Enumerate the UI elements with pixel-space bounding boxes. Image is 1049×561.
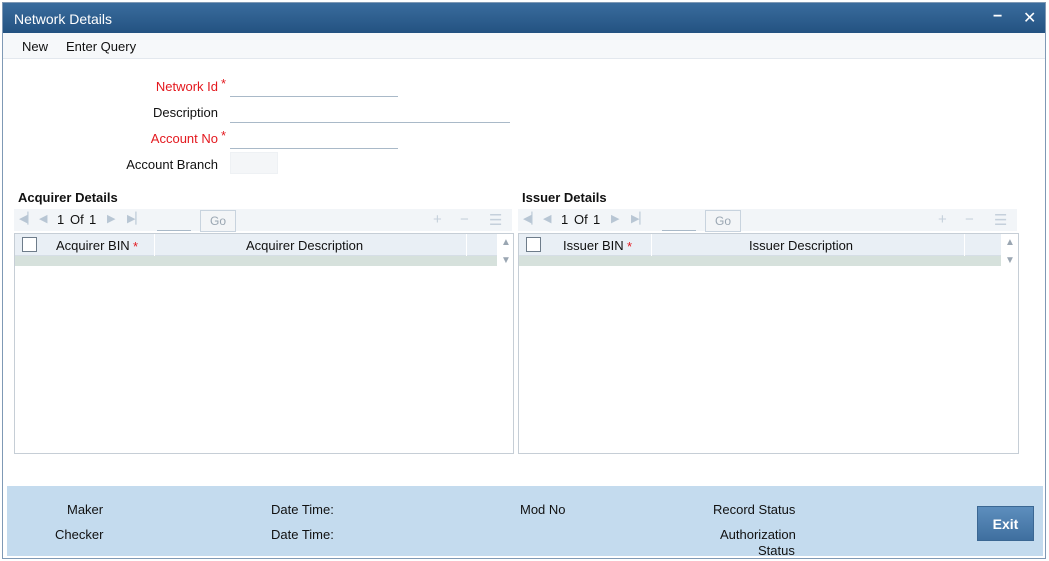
list-icon[interactable]: ☰ bbox=[489, 211, 502, 229]
acquirer-grid-header: Acquirer BIN * Acquirer Description bbox=[15, 234, 497, 256]
scroll-up-icon[interactable]: ▲ bbox=[501, 237, 511, 248]
acquirer-bin-required: * bbox=[133, 239, 139, 254]
issuer-page-input[interactable] bbox=[662, 213, 696, 231]
issuer-details-title: Issuer Details bbox=[522, 190, 607, 205]
prev-page-icon[interactable]: ◀ bbox=[39, 212, 47, 225]
prev-page-icon[interactable]: ◀ bbox=[543, 212, 551, 225]
issuer-bin-header[interactable]: Issuer BIN bbox=[563, 238, 624, 253]
checker-date-time-label: Date Time: bbox=[271, 527, 334, 542]
scroll-down-icon[interactable]: ▼ bbox=[1005, 255, 1015, 266]
delete-row-icon[interactable]: − bbox=[965, 211, 974, 228]
audit-footer: Maker Checker Date Time: Date Time: Mod … bbox=[7, 486, 1043, 558]
menu-enter-query[interactable]: Enter Query bbox=[66, 39, 136, 54]
column-divider bbox=[651, 234, 652, 256]
acquirer-description-header[interactable]: Acquirer Description bbox=[246, 238, 363, 253]
issuer-select-all-checkbox[interactable] bbox=[526, 237, 541, 252]
acquirer-grid-row bbox=[15, 256, 497, 266]
add-row-icon[interactable]: + bbox=[433, 211, 442, 228]
minimize-icon[interactable]: − bbox=[993, 8, 1002, 26]
issuer-go-button[interactable]: Go bbox=[705, 210, 741, 232]
network-id-label: Network Id bbox=[155, 79, 218, 94]
issuer-toolbar: ◀▏ ◀ 1 Of 1 ▶ ▶▏ Go + − ☰ bbox=[518, 209, 1017, 232]
add-row-icon[interactable]: + bbox=[938, 211, 947, 228]
issuer-grid-row bbox=[519, 256, 1001, 266]
acquirer-page-input[interactable] bbox=[157, 213, 191, 231]
record-status-label: Record Status bbox=[713, 502, 796, 517]
account-no-required: * bbox=[221, 128, 227, 143]
network-id-input[interactable] bbox=[230, 77, 398, 97]
window-title: Network Details bbox=[14, 11, 113, 27]
account-branch-label: Account Branch bbox=[126, 157, 218, 172]
issuer-page-of: Of bbox=[574, 212, 588, 227]
authorization-label: Authorization bbox=[720, 527, 796, 542]
issuer-page-current: 1 bbox=[561, 212, 569, 227]
acquirer-toolbar: ◀▏ ◀ 1 Of 1 ▶ ▶▏ Go + − ☰ bbox=[14, 209, 512, 232]
issuer-grid: Issuer BIN * Issuer Description ▲ ▼ bbox=[518, 233, 1019, 454]
exit-button[interactable]: Exit bbox=[977, 506, 1034, 541]
maker-date-time-label: Date Time: bbox=[271, 502, 334, 517]
issuer-grid-header: Issuer BIN * Issuer Description bbox=[519, 234, 1001, 256]
acquirer-page-current: 1 bbox=[57, 212, 65, 227]
maker-label: Maker bbox=[67, 502, 104, 517]
issuer-page-total: 1 bbox=[593, 212, 601, 227]
description-label: Description bbox=[152, 105, 218, 120]
network-id-required: * bbox=[221, 76, 227, 91]
next-page-icon[interactable]: ▶ bbox=[107, 212, 115, 225]
acquirer-page-total: 1 bbox=[89, 212, 97, 227]
menu-new[interactable]: New bbox=[22, 39, 48, 54]
acquirer-page-of: Of bbox=[70, 212, 84, 227]
issuer-description-header[interactable]: Issuer Description bbox=[749, 238, 853, 253]
first-page-icon[interactable]: ◀▏ bbox=[19, 212, 36, 225]
scroll-up-icon[interactable]: ▲ bbox=[1005, 237, 1015, 248]
acquirer-grid: Acquirer BIN * Acquirer Description ▲ ▼ bbox=[14, 233, 514, 454]
column-divider bbox=[466, 234, 467, 256]
title-bar: Network Details − ✕ bbox=[3, 3, 1045, 33]
account-no-input[interactable] bbox=[230, 129, 398, 149]
column-divider bbox=[964, 234, 965, 256]
acquirer-details-title: Acquirer Details bbox=[18, 190, 118, 205]
network-details-window: Network Details − ✕ New Enter Query Netw… bbox=[2, 2, 1046, 559]
last-page-icon[interactable]: ▶▏ bbox=[631, 212, 648, 225]
acquirer-go-button[interactable]: Go bbox=[200, 210, 236, 232]
last-page-icon[interactable]: ▶▏ bbox=[127, 212, 144, 225]
mod-no-label: Mod No bbox=[520, 502, 566, 517]
issuer-bin-required: * bbox=[627, 239, 633, 254]
account-no-label: Account No bbox=[150, 131, 218, 146]
account-branch-input[interactable] bbox=[230, 152, 278, 174]
next-page-icon[interactable]: ▶ bbox=[611, 212, 619, 225]
scroll-down-icon[interactable]: ▼ bbox=[501, 255, 511, 266]
list-icon[interactable]: ☰ bbox=[994, 211, 1007, 229]
checker-label: Checker bbox=[55, 527, 104, 542]
description-input[interactable] bbox=[230, 103, 510, 123]
delete-row-icon[interactable]: − bbox=[460, 211, 469, 228]
close-icon[interactable]: ✕ bbox=[1023, 8, 1036, 28]
column-divider bbox=[154, 234, 155, 256]
acquirer-bin-header[interactable]: Acquirer BIN bbox=[56, 238, 130, 253]
menu-bar: New Enter Query bbox=[3, 33, 1045, 59]
acquirer-select-all-checkbox[interactable] bbox=[22, 237, 37, 252]
first-page-icon[interactable]: ◀▏ bbox=[523, 212, 540, 225]
authorization-status-label: Status bbox=[758, 543, 795, 558]
